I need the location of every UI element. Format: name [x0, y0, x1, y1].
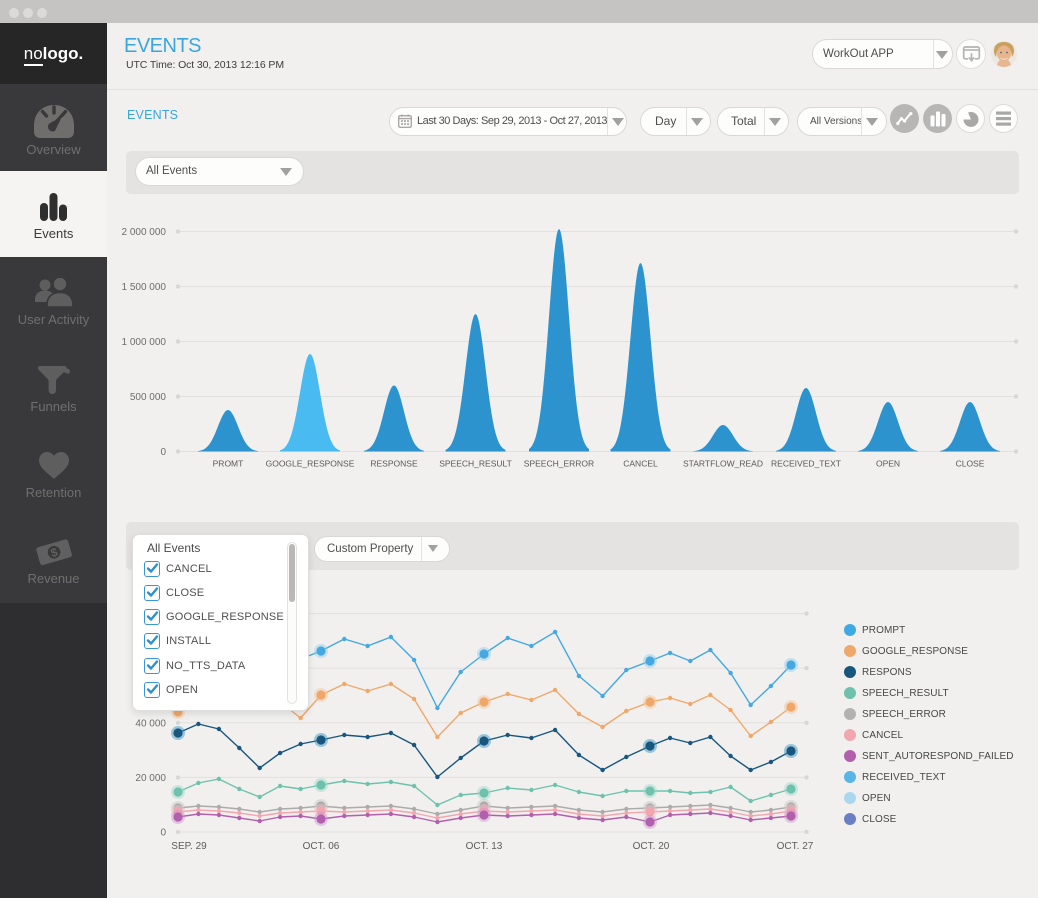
svg-text:1 500 000: 1 500 000 — [122, 282, 167, 293]
svg-text:OCT. 20: OCT. 20 — [633, 841, 670, 852]
svg-text:CLOSE: CLOSE — [956, 459, 985, 469]
svg-text:CANCEL: CANCEL — [623, 459, 658, 469]
svg-text:PROMT: PROMT — [213, 459, 244, 469]
svg-text:SPEECH_ERROR: SPEECH_ERROR — [524, 459, 594, 469]
svg-text:OCT. 13: OCT. 13 — [466, 841, 503, 852]
svg-text:SPEECH_RESULT: SPEECH_RESULT — [439, 459, 512, 469]
svg-text:2 000 000: 2 000 000 — [122, 227, 167, 238]
svg-text:500 000: 500 000 — [130, 392, 167, 403]
svg-text:1 000 000: 1 000 000 — [122, 337, 167, 348]
svg-text:OCT. 06: OCT. 06 — [303, 841, 340, 852]
svg-text:40 000: 40 000 — [135, 718, 166, 729]
svg-text:20 000: 20 000 — [135, 773, 166, 784]
svg-text:0: 0 — [160, 447, 166, 458]
svg-text:STARTFLOW_READ: STARTFLOW_READ — [683, 459, 763, 469]
svg-text:RECEIVED_TEXT: RECEIVED_TEXT — [771, 459, 841, 469]
svg-text:OPEN: OPEN — [876, 459, 900, 469]
svg-text:SEP. 29: SEP. 29 — [171, 841, 207, 852]
svg-text:GOOGLE_RESPONSE: GOOGLE_RESPONSE — [266, 459, 355, 469]
svg-text:0: 0 — [160, 828, 166, 839]
svg-text:RESPONSE: RESPONSE — [370, 459, 418, 469]
svg-text:OCT. 27: OCT. 27 — [777, 841, 814, 852]
